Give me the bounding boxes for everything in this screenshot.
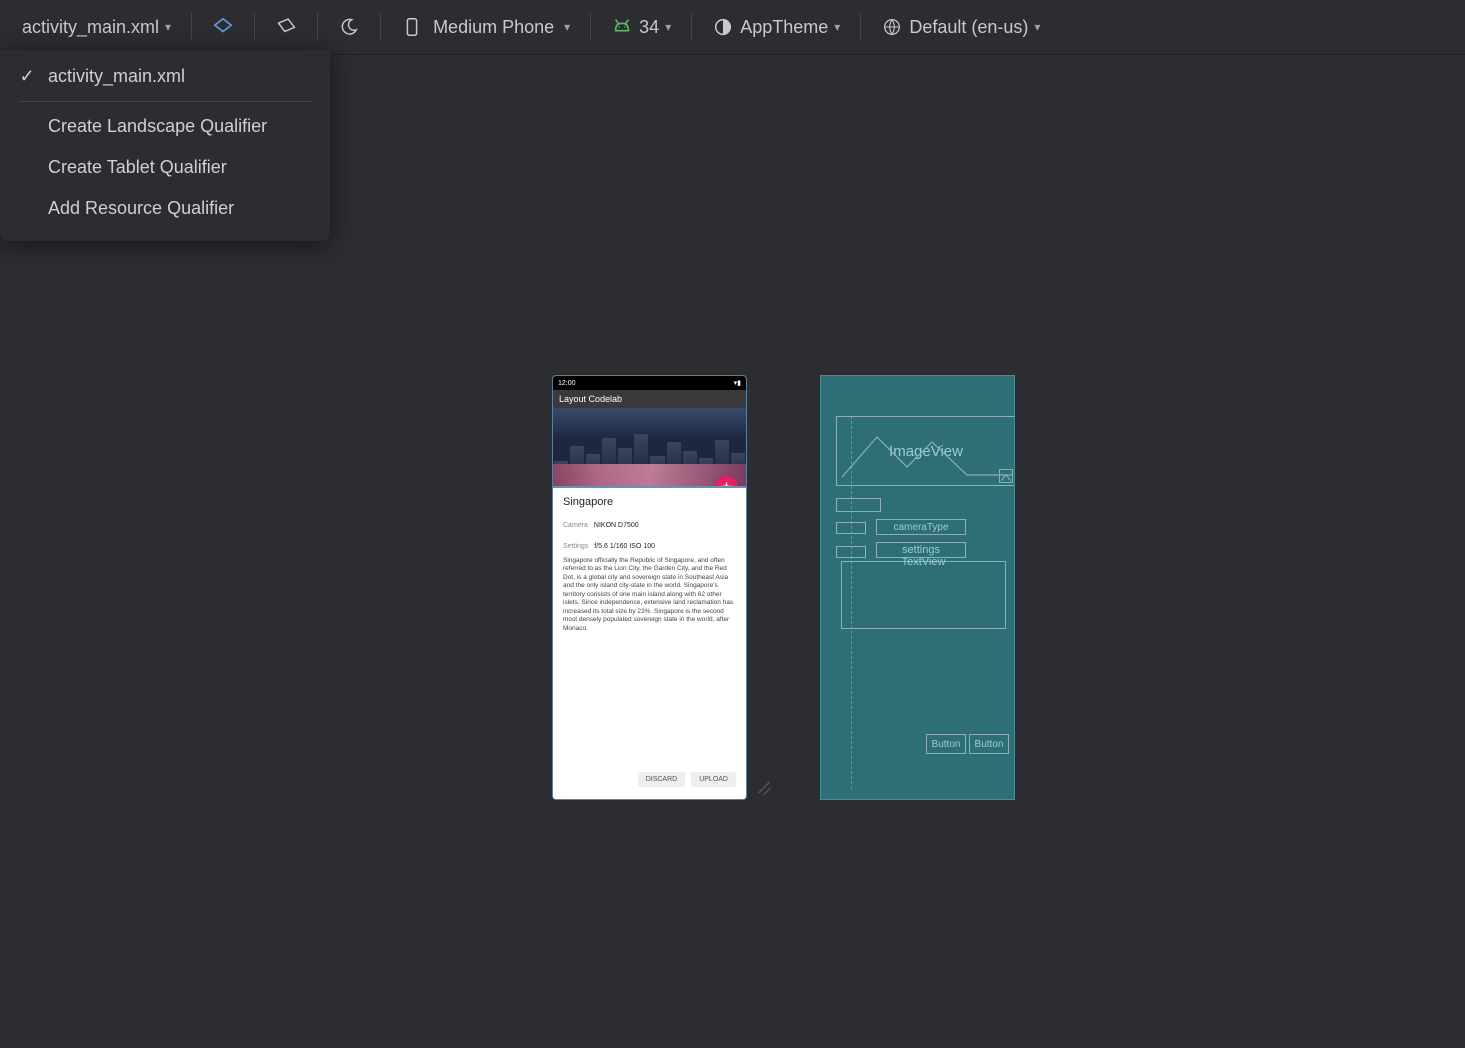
content-area: Singapore Camera NIKON D7500 Settings f/… xyxy=(553,486,746,799)
night-mode-button[interactable] xyxy=(328,10,370,44)
bp-inner-box xyxy=(999,469,1013,483)
upload-button[interactable]: UPLOAD xyxy=(691,772,736,787)
theme-label: AppTheme xyxy=(740,17,828,38)
app-bar: Layout Codelab xyxy=(553,390,746,408)
chevron-down-icon: ▾ xyxy=(665,20,671,34)
design-surface[interactable]: 12:00 ▾▮ Layout Codelab ★ Singapore Came… xyxy=(552,375,747,800)
bp-textview[interactable]: TextView xyxy=(841,561,1006,629)
menu-label: Create Landscape Qualifier xyxy=(48,116,267,137)
separator xyxy=(254,13,255,41)
separator xyxy=(317,13,318,41)
bp-button2[interactable]: Button xyxy=(969,734,1009,754)
separator xyxy=(191,13,192,41)
separator xyxy=(860,13,861,41)
file-selector[interactable]: activity_main.xml ▾ xyxy=(12,11,181,44)
design-layers-icon xyxy=(212,16,234,38)
settings-value: f/5.6 1/160 ISO 100 xyxy=(594,543,655,550)
separator xyxy=(380,13,381,41)
chevron-down-icon: ▾ xyxy=(1034,20,1040,34)
globe-icon xyxy=(881,16,903,38)
separator xyxy=(590,13,591,41)
api-selector[interactable]: 34 ▾ xyxy=(601,10,681,44)
status-time: 12:00 xyxy=(558,380,576,387)
orientation-button[interactable] xyxy=(265,10,307,44)
android-icon xyxy=(611,16,633,38)
bp-label: Button xyxy=(932,739,961,750)
design-toolbar: activity_main.xml ▾ Medium Phone ▾ 34 ▾ … xyxy=(0,0,1465,55)
bp-cameratype[interactable]: cameraType xyxy=(876,519,966,535)
menu-item-add-resource[interactable]: Add Resource Qualifier xyxy=(0,188,330,229)
menu-item-create-tablet[interactable]: Create Tablet Qualifier xyxy=(0,147,330,188)
hero-image xyxy=(553,408,746,486)
moon-icon xyxy=(338,16,360,38)
bp-button1[interactable]: Button xyxy=(926,734,966,754)
resize-handle[interactable] xyxy=(750,773,778,801)
discard-button[interactable]: DISCARD xyxy=(638,772,686,787)
locale-label: Default (en-us) xyxy=(909,17,1028,38)
chevron-down-icon: ▾ xyxy=(564,20,570,34)
status-bar: 12:00 ▾▮ xyxy=(553,376,746,390)
bp-label-box[interactable] xyxy=(836,522,866,534)
menu-item-current-file[interactable]: ✓ activity_main.xml xyxy=(0,56,330,97)
device-selector[interactable]: Medium Phone ▾ xyxy=(391,10,580,44)
mountain-icon xyxy=(837,417,1015,485)
file-name-label: activity_main.xml xyxy=(22,17,159,38)
file-dropdown-menu: ✓ activity_main.xml Create Landscape Qua… xyxy=(0,50,330,241)
separator xyxy=(691,13,692,41)
menu-label: Create Tablet Qualifier xyxy=(48,157,227,178)
app-title: Layout Codelab xyxy=(559,394,622,404)
status-icons: ▾▮ xyxy=(734,379,741,387)
bp-label-box[interactable] xyxy=(836,546,866,558)
description-text: Singapore officially the Republic of Sin… xyxy=(563,557,736,633)
bp-label-box[interactable] xyxy=(836,498,881,512)
blueprint-surface[interactable]: ImageView cameraType settings TextView B… xyxy=(820,375,1015,800)
heading: Singapore xyxy=(563,496,736,508)
check-icon: ✓ xyxy=(18,66,36,87)
menu-label: Add Resource Qualifier xyxy=(48,198,234,219)
chevron-down-icon: ▾ xyxy=(834,20,840,34)
camera-label: Camera xyxy=(563,522,588,529)
menu-item-create-landscape[interactable]: Create Landscape Qualifier xyxy=(0,106,330,147)
theme-icon xyxy=(712,16,734,38)
device-label: Medium Phone xyxy=(433,17,554,38)
rotate-icon xyxy=(275,16,297,38)
locale-selector[interactable]: Default (en-us) ▾ xyxy=(871,10,1050,44)
bp-imageview[interactable]: ImageView xyxy=(836,416,1015,486)
bp-label: Button xyxy=(975,739,1004,750)
bp-label: TextView xyxy=(902,556,946,568)
phone-icon xyxy=(401,16,423,38)
design-mode-button[interactable] xyxy=(202,10,244,44)
settings-label: Settings xyxy=(563,543,588,550)
menu-separator xyxy=(18,101,312,102)
bp-label: cameraType xyxy=(893,522,948,533)
menu-label: activity_main.xml xyxy=(48,66,185,87)
theme-selector[interactable]: AppTheme ▾ xyxy=(702,10,850,44)
chevron-down-icon: ▾ xyxy=(165,20,171,34)
camera-value: NIKON D7500 xyxy=(594,522,639,529)
api-label: 34 xyxy=(639,17,659,38)
bp-label: settings xyxy=(902,544,940,556)
